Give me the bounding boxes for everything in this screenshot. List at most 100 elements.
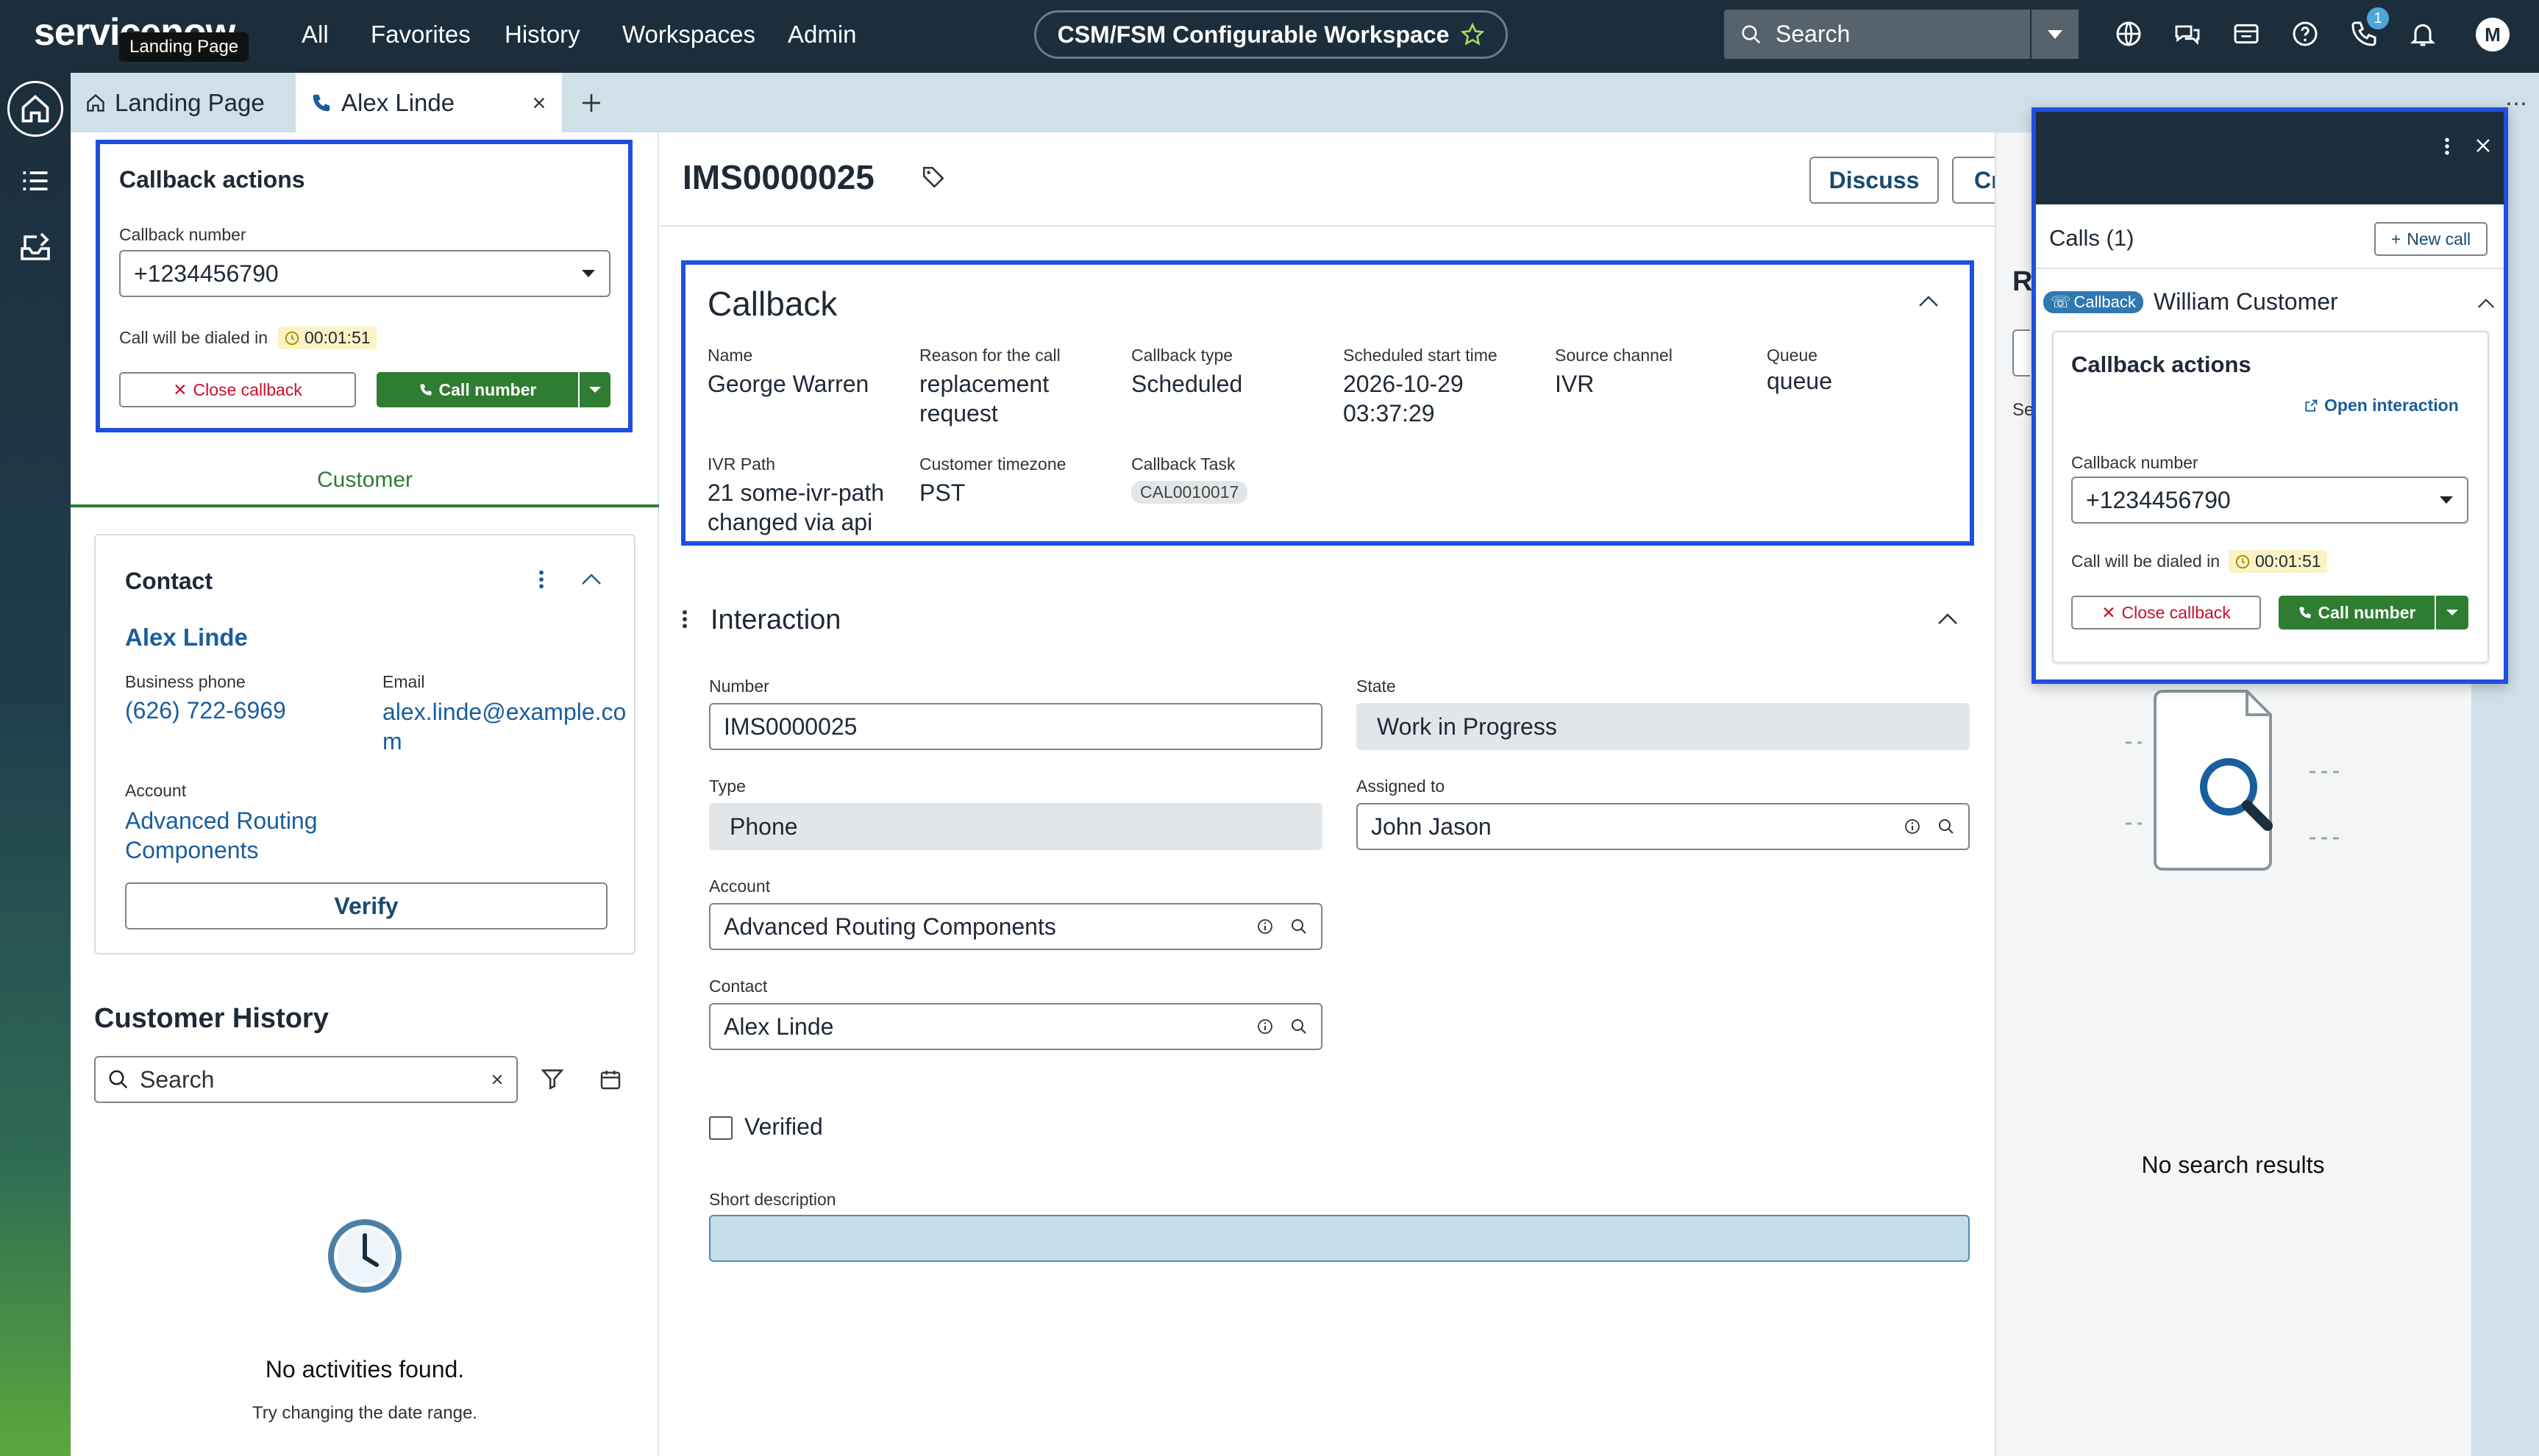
email-link[interactable]: alex.linde@example.co m <box>382 697 626 756</box>
kebab-menu-icon[interactable] <box>537 568 546 591</box>
filter-icon[interactable] <box>540 1066 565 1091</box>
close-icon[interactable] <box>2474 137 2492 154</box>
calendar-icon[interactable] <box>599 1068 622 1091</box>
verified-checkbox[interactable] <box>709 1116 733 1140</box>
customer-history-title: Customer History <box>94 1003 329 1034</box>
home-icon <box>85 93 106 113</box>
caret-down-icon <box>581 269 596 278</box>
nav-favorites[interactable]: Favorites <box>371 21 471 49</box>
dial-timer: 00:01:51 <box>2229 550 2327 573</box>
tab-alex-linde[interactable]: Alex Linde <box>296 73 562 132</box>
clear-icon[interactable] <box>490 1072 505 1087</box>
nav-history[interactable]: History <box>505 21 580 49</box>
assigned-to-field[interactable]: John Jason <box>1356 803 1970 850</box>
call-options-dropdown[interactable] <box>578 372 610 407</box>
state-label: State <box>1356 677 1396 696</box>
search-icon[interactable] <box>1290 1018 1308 1035</box>
account-field[interactable]: Advanced Routing Components <box>709 903 1322 950</box>
collapse-icon[interactable] <box>1937 612 1958 625</box>
tray-icon[interactable] <box>18 229 53 265</box>
globe-icon[interactable] <box>2114 19 2143 49</box>
callback-number-select[interactable]: +1234456790 <box>119 250 610 297</box>
contact-value: Alex Linde <box>724 1013 834 1040</box>
business-phone-link[interactable]: (626) 722-6969 <box>125 697 286 724</box>
home-button[interactable] <box>7 81 63 137</box>
kebab-menu-icon[interactable] <box>2443 135 2451 157</box>
right-search-input[interactable] <box>2012 329 2030 377</box>
workspace-title: CSM/FSM Configurable Workspace <box>1057 21 1450 48</box>
open-interaction-link[interactable]: Open interaction <box>2304 396 2459 415</box>
cb-task-chip[interactable]: CAL0010017 <box>1131 481 1248 504</box>
collapse-icon[interactable] <box>581 572 602 585</box>
more-tabs-icon[interactable]: ⋯ <box>2505 91 2527 117</box>
drag-handle-icon[interactable] <box>681 607 688 631</box>
cb-reason-line-1: replacement <box>919 371 1050 397</box>
chat-icon[interactable] <box>2173 19 2202 49</box>
type-value: Phone <box>730 813 798 840</box>
star-icon[interactable] <box>1461 23 1485 46</box>
workspace-pill[interactable]: CSM/FSM Configurable Workspace <box>1034 10 1508 59</box>
nav-admin[interactable]: Admin <box>788 21 857 49</box>
cb-source-label: Source channel <box>1555 346 1673 365</box>
header-divider <box>660 225 1995 226</box>
close-callback-button[interactable]: ✕ Close callback <box>119 372 356 407</box>
contact-name-link[interactable]: Alex Linde <box>125 624 248 652</box>
inbox-icon[interactable] <box>2232 19 2261 49</box>
account-line-1: Advanced Routing <box>125 807 318 834</box>
no-activities-subtitle: Try changing the date range. <box>252 1403 477 1423</box>
call-options-dropdown[interactable] <box>2435 596 2468 629</box>
callback-section-title: Callback <box>708 285 838 323</box>
search-icon[interactable] <box>1290 918 1308 935</box>
new-call-button[interactable]: + New call <box>2374 222 2488 256</box>
search-icon[interactable] <box>1937 818 1955 835</box>
number-field[interactable]: IMS0000025 <box>709 703 1322 750</box>
discuss-button[interactable]: Discuss <box>1809 157 1939 204</box>
email-label: Email <box>382 672 425 691</box>
phone-icon <box>419 382 433 397</box>
caret-down-icon <box>2439 496 2454 504</box>
help-icon[interactable] <box>2290 19 2320 49</box>
account-label: Account <box>709 877 771 896</box>
close-icon: ✕ <box>173 379 188 399</box>
cb-timezone-line: PST <box>919 479 966 506</box>
nav-all[interactable]: All <box>302 21 329 49</box>
nav-workspaces[interactable]: Workspaces <box>622 21 755 49</box>
info-icon[interactable] <box>1256 918 1274 935</box>
info-icon[interactable] <box>1256 1018 1274 1035</box>
cb-start-time: 03:37:29 <box>1343 400 1435 427</box>
callback-number-select[interactable]: +1234456790 <box>2071 477 2468 524</box>
close-callback-button[interactable]: ✕ Close callback <box>2071 596 2261 629</box>
external-link-icon <box>2304 399 2318 413</box>
right-panel-title: R <box>2012 266 2033 297</box>
cb-queue-label: Queue <box>1767 346 1818 365</box>
email-line-1: alex.linde@example.co <box>382 699 627 725</box>
add-tab-icon[interactable] <box>580 91 603 115</box>
call-customer-name[interactable]: William Customer <box>2154 288 2338 315</box>
call-number-button[interactable]: Call number <box>2279 596 2435 629</box>
info-icon[interactable] <box>1904 818 1921 835</box>
collapse-icon[interactable] <box>2477 297 2495 309</box>
tab-landing-page[interactable]: Landing Page <box>71 73 279 132</box>
close-tab-icon[interactable] <box>531 95 547 111</box>
call-number-button[interactable]: Call number <box>377 372 578 407</box>
clock-icon <box>2234 554 2251 570</box>
tag-icon[interactable] <box>921 165 946 190</box>
account-link[interactable]: Advanced Routing Components <box>125 806 318 865</box>
contact-field[interactable]: Alex Linde <box>709 1003 1322 1050</box>
cb-source-value: IVR <box>1555 369 1594 399</box>
right-search-label: Se <box>2012 400 2034 420</box>
bell-icon[interactable] <box>2408 19 2437 49</box>
close-callback-label: Close callback <box>2121 602 2231 622</box>
history-search-input[interactable]: Search <box>94 1056 518 1103</box>
user-avatar[interactable]: M <box>2476 18 2510 51</box>
collapse-icon[interactable] <box>1918 294 1939 307</box>
search-scope-dropdown[interactable] <box>2030 10 2079 59</box>
verify-button[interactable]: Verify <box>125 882 608 929</box>
cb-ivr-line-2: changed via api <box>708 509 873 535</box>
global-search-input[interactable]: Search <box>1724 10 2079 59</box>
short-description-input[interactable] <box>709 1215 1970 1262</box>
document-search-icon <box>2118 684 2346 897</box>
list-icon[interactable] <box>19 165 51 197</box>
customer-tab[interactable]: Customer <box>71 468 659 493</box>
call-number-label: Call number <box>438 379 537 399</box>
